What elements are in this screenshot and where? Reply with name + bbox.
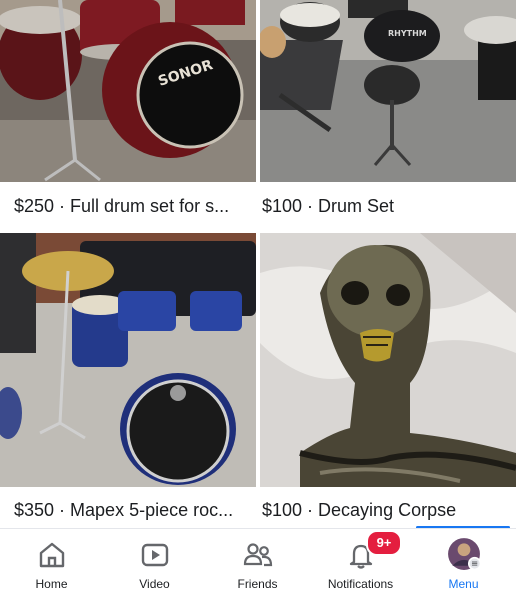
listing-card-4[interactable]: $100 · Decaying Corpse (260, 233, 516, 528)
listing-card-3[interactable]: $350 · Mapex 5-piece roc... (0, 233, 256, 528)
tab-friends[interactable]: Friends (206, 529, 309, 596)
tab-menu[interactable]: Menu (412, 529, 515, 596)
home-icon (39, 542, 64, 568)
listing-photo-3[interactable] (0, 233, 256, 487)
marketplace-grid: SONOR $250 · Full drum set for s... RHYT… (0, 0, 516, 530)
tab-friends-label: Friends (237, 577, 278, 591)
friends-icon (243, 543, 272, 567)
listing-title-2[interactable]: $100 · Drum Set (262, 196, 394, 217)
listing-photo-4[interactable] (260, 233, 516, 487)
video-icon (141, 543, 168, 567)
tab-video[interactable]: Video (103, 529, 206, 596)
listing-card-2[interactable]: RHYTHM $100 · Drum Set (260, 0, 516, 230)
tab-home[interactable]: Home (0, 529, 103, 596)
avatar (447, 538, 481, 571)
tab-menu-label: Menu (448, 577, 479, 591)
listing-photo-2[interactable]: RHYTHM (260, 0, 516, 182)
listing-photo-1[interactable]: SONOR (0, 0, 256, 182)
listing-title-3[interactable]: $350 · Mapex 5-piece roc... (14, 500, 233, 521)
notification-count-badge: 9+ (366, 530, 402, 556)
drum-brand-text-2: RHYTHM (388, 29, 427, 38)
tab-notifications-label: Notifications (327, 577, 394, 591)
listing-card-1[interactable]: SONOR $250 · Full drum set for s... (0, 0, 256, 230)
listing-title-4[interactable]: $100 · Decaying Corpse (262, 500, 456, 521)
listing-title-1[interactable]: $250 · Full drum set for s... (14, 196, 229, 217)
tab-home-label: Home (35, 577, 68, 591)
bottom-tab-bar: Home Video Friends Notifications Menu (0, 528, 516, 596)
tab-video-label: Video (139, 577, 170, 591)
